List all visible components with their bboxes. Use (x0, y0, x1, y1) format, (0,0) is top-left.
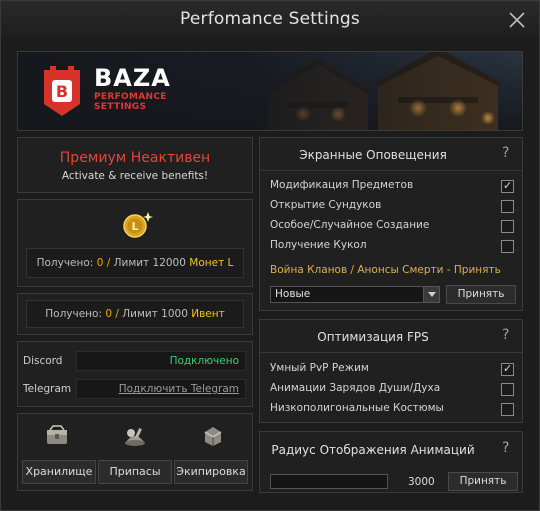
chevron-down-icon (423, 287, 439, 302)
animation-radius-apply-button[interactable]: Принять (448, 472, 518, 491)
fps-panel: Оптимизация FPS ? Умный PvP Режим ✓ Аним… (259, 319, 523, 423)
clan-war-select[interactable]: Новые (270, 286, 440, 303)
baza-logo-icon: B (40, 64, 84, 121)
equipment-icon (200, 424, 226, 451)
close-icon[interactable] (505, 8, 529, 32)
animation-radius-slider[interactable] (270, 474, 388, 489)
logo-subtitle-line2: SETTINGS (94, 102, 147, 112)
connections-panel: Discord Подключено Telegram Подключить T… (17, 341, 253, 407)
window-title: Perfomance Settings (180, 9, 360, 29)
discord-label: Discord (23, 355, 63, 367)
coins-counter-box: Получено: 0 / Лимит 12000 Монет L (26, 248, 244, 278)
notifications-panel: Экранные Оповещения ? Модификация Предме… (259, 137, 523, 311)
fps-divider (260, 352, 522, 353)
premium-status: Премиум Неактивен (59, 150, 211, 166)
premium-panel[interactable]: Премиум Неактивен Activate & receive ben… (17, 137, 253, 193)
clan-war-select-value: Новые (275, 288, 311, 300)
fps-title: Оптимизация FPS (317, 330, 429, 344)
checkbox-soulshot-animations[interactable] (501, 383, 514, 396)
svg-text:L: L (131, 220, 138, 233)
checkbox-doll-receive[interactable] (501, 240, 514, 253)
settings-window: Perfomance Settings B BAZA PERFOMANCE SE… (0, 0, 540, 511)
event-counter: Получено: 0 / Лимит 1000 Ивент (27, 301, 243, 327)
notifications-title: Экранные Оповещения (299, 148, 447, 162)
checkbox-special-crafting[interactable] (501, 220, 514, 233)
option-special-crafting: Особое/Случайное Создание (270, 219, 430, 231)
supplies-button[interactable]: Припасы (98, 460, 172, 484)
logo-subtitle: PERFOMANCE SETTINGS (94, 92, 194, 112)
checkmark-icon: ✓ (503, 362, 513, 375)
telegram-label: Telegram (23, 383, 72, 395)
checkbox-chest-opening[interactable] (501, 200, 514, 213)
checkbox-lowpoly-costumes[interactable] (501, 403, 514, 416)
discord-status: Подключено (169, 355, 239, 367)
storage-icon (44, 424, 70, 451)
svg-text:B: B (56, 82, 68, 101)
inventory-panel: Хранилище Припасы Экипировка (17, 413, 253, 491)
coins-limit: Лимит 12000 (113, 257, 186, 269)
animation-radius-panel: Радиус Отображения Анимаций ? 3000 Приня… (259, 431, 523, 493)
telegram-field: Подключить Telegram (76, 379, 246, 399)
telegram-connect-link[interactable]: Подключить Telegram (119, 383, 239, 395)
checkmark-icon: ✓ (503, 179, 513, 192)
clan-war-label: Война Кланов / Анонсы Смерти - Принять (270, 264, 501, 276)
coins-counter: Получено: 0 / Лимит 12000 Монет L (27, 249, 243, 277)
animation-radius-title: Радиус Отображения Анимаций (271, 443, 475, 457)
animation-radius-value: 3000 (408, 476, 435, 488)
option-doll-receive: Получение Кукол (270, 239, 367, 251)
logo-subtitle-line1: PERFOMANCE (94, 92, 167, 102)
event-currency: Ивент (191, 308, 225, 320)
event-panel: Получено: 0 / Лимит 1000 Ивент (17, 293, 253, 335)
option-chest-opening: Открытие Сундуков (270, 199, 382, 211)
clan-war-apply-button[interactable]: Принять (446, 285, 516, 304)
option-lowpoly-costumes: Низкополигональные Костюмы (270, 402, 444, 414)
coins-currency: Монет L (189, 257, 234, 269)
premium-activate-text[interactable]: Activate & receive benefits! (18, 170, 252, 182)
equipment-button[interactable]: Экипировка (174, 460, 248, 484)
event-received-label: Получено: (45, 308, 103, 320)
fps-help-icon[interactable]: ? (502, 327, 509, 343)
notifications-help-icon[interactable]: ? (502, 145, 509, 161)
coins-received-value: 0 / (96, 257, 111, 269)
option-item-modification: Модификация Предметов (270, 179, 414, 191)
option-soulshot-animations: Анимации Зарядов Души/Духа (270, 382, 441, 394)
coins-panel: L Получено: 0 / Лимит 12000 Монет L (17, 199, 253, 287)
title-bar[interactable]: Perfomance Settings (1, 1, 539, 39)
checkbox-smart-pvp[interactable]: ✓ (501, 362, 514, 376)
option-smart-pvp: Умный PvP Режим (270, 362, 369, 374)
banner: B BAZA PERFOMANCE SETTINGS (17, 51, 523, 131)
notifications-divider (260, 170, 522, 171)
logo-wordmark: BAZA (94, 64, 171, 92)
checkbox-item-modification[interactable]: ✓ (501, 179, 514, 193)
discord-field: Подключено (76, 351, 246, 371)
event-limit: Лимит 1000 (122, 308, 188, 320)
event-counter-box: Получено: 0 / Лимит 1000 Ивент (26, 300, 244, 328)
coin-icon: L (121, 208, 155, 243)
supplies-icon (122, 424, 148, 451)
animation-radius-help-icon[interactable]: ? (502, 440, 509, 456)
event-received-value: 0 / (105, 308, 119, 320)
storage-button[interactable]: Хранилище (22, 460, 96, 484)
coins-received-label: Получено: (36, 257, 94, 269)
